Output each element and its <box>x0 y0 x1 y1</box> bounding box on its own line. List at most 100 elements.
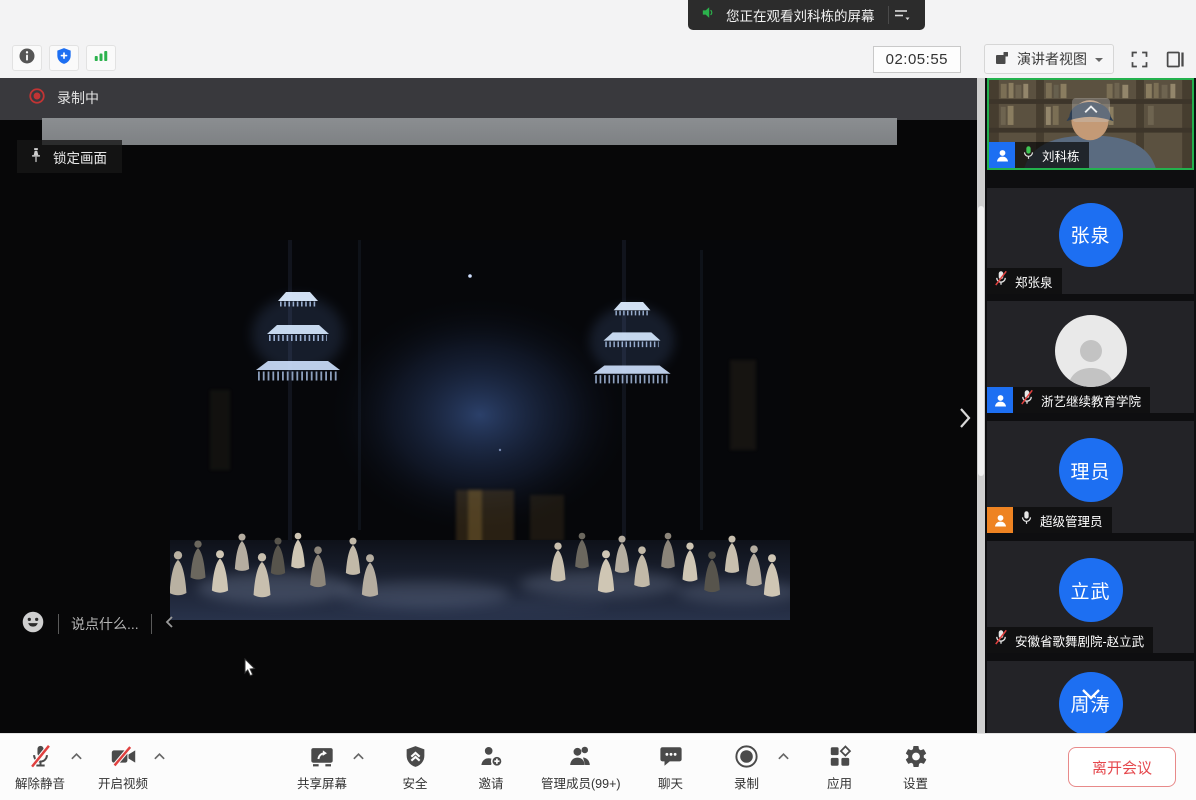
fullscreen-button[interactable] <box>1129 49 1150 70</box>
speaker-icon <box>700 4 717 26</box>
toolbar-center-group: 共享屏幕 安全 邀请 <box>296 742 942 792</box>
bottom-toolbar: 解除静音 开启视频 <box>0 733 1196 800</box>
stage-performance-video <box>170 240 790 620</box>
participant-tile[interactable]: 立武 安徽省歌舞剧院-赵立武 <box>987 541 1194 653</box>
participant-name: 刘科栋 <box>1042 146 1080 165</box>
participant-name: 郑张泉 <box>1015 272 1053 291</box>
toolbar-label: 邀请 <box>478 773 503 792</box>
unmute-button[interactable]: 解除静音 <box>14 742 66 792</box>
divider <box>151 614 152 634</box>
avatar: 立武 <box>1059 558 1123 622</box>
toolbar-label: 应用 <box>827 773 852 792</box>
record-options-chevron-icon[interactable] <box>777 752 790 761</box>
chat-button[interactable]: 聊天 <box>645 742 697 792</box>
participant-name-bar: 刘科栋 <box>989 142 1089 168</box>
toolbar-label: 开启视频 <box>98 773 148 792</box>
view-mode-selector[interactable]: 演讲者视图 <box>984 44 1114 74</box>
chat-icon <box>658 742 684 770</box>
divider <box>58 614 59 634</box>
shared-window-bar <box>42 118 897 145</box>
toolbar-label: 设置 <box>903 773 928 792</box>
mic-muted-icon <box>993 270 1009 292</box>
toolbar-label: 解除静音 <box>15 773 65 792</box>
share-screen-icon <box>308 742 336 770</box>
shared-screen-area: 录制中 锁定画面 <box>0 78 977 733</box>
mic-muted-icon <box>993 629 1009 651</box>
chevron-down-icon <box>1094 51 1104 67</box>
invite-button[interactable]: 邀请 <box>465 742 517 792</box>
participant-tile[interactable]: 周涛 <box>987 661 1194 733</box>
participant-name-bar: 安徽省歌舞剧院-赵立武 <box>987 627 1153 653</box>
member-badge-icon <box>989 142 1015 168</box>
screen-watching-banner[interactable]: 您正在观看刘科栋的屏幕 <box>688 0 925 30</box>
side-panel-toggle-button[interactable] <box>1165 49 1186 70</box>
toolbar-label: 安全 <box>402 773 427 792</box>
shared-screen-top-strip <box>0 78 977 120</box>
record-button[interactable]: 录制 <box>721 742 773 792</box>
collapse-chat-icon[interactable] <box>164 615 174 634</box>
participants-scrollbar[interactable] <box>977 78 985 733</box>
member-badge-icon <box>987 387 1013 413</box>
manage-members-button[interactable]: 管理成员(99+) <box>541 742 621 792</box>
meeting-timer: 02:05:55 <box>873 46 961 73</box>
mic-muted-icon <box>1019 389 1035 411</box>
participant-name: 超级管理员 <box>1040 511 1103 530</box>
next-page-icon[interactable] <box>957 404 973 437</box>
security-button[interactable]: 安全 <box>389 742 441 792</box>
share-screen-button[interactable]: 共享屏幕 <box>296 742 348 792</box>
avatar-silhouette <box>1055 315 1127 387</box>
meeting-info-button[interactable] <box>12 45 42 71</box>
avatar: 理员 <box>1059 438 1123 502</box>
banner-menu-icon[interactable] <box>888 6 915 24</box>
participants-panel: 刘科栋 张泉 郑张泉 <box>985 78 1196 733</box>
participant-tile[interactable]: 张泉 郑张泉 <box>987 188 1194 294</box>
meeting-window: 02:05:55 演讲者视图 您正在观看刘科栋的屏幕 <box>0 0 1196 800</box>
recording-icon <box>28 87 46 108</box>
toolbar-label: 共享屏幕 <box>297 773 347 792</box>
recording-label: 录制中 <box>57 88 99 108</box>
apps-icon <box>827 742 853 770</box>
start-video-button[interactable]: 开启视频 <box>97 742 149 792</box>
emoji-icon[interactable] <box>20 609 46 640</box>
recording-indicator: 录制中 <box>28 87 99 108</box>
main-content: 录制中 锁定画面 <box>0 78 1196 733</box>
chat-input[interactable]: 说点什么... <box>71 614 139 634</box>
settings-icon <box>903 742 929 770</box>
apps-button[interactable]: 应用 <box>814 742 866 792</box>
pin-icon <box>28 147 44 167</box>
network-status-button[interactable] <box>86 45 116 71</box>
video-options-chevron-icon[interactable] <box>153 752 166 761</box>
chevron-down-icon[interactable] <box>1080 687 1102 705</box>
avatar: 张泉 <box>1059 203 1123 267</box>
participant-tile[interactable]: 浙艺继续教育学院 <box>987 301 1194 413</box>
participant-name-bar: 郑张泉 <box>987 268 1062 294</box>
participant-tile[interactable]: 理员 超级管理员 <box>987 421 1194 533</box>
header-right-controls: 02:05:55 演讲者视图 <box>873 44 1186 74</box>
shield-plus-icon <box>54 46 74 71</box>
participant-name-bar: 超级管理员 <box>987 507 1112 533</box>
mouse-cursor <box>243 658 257 683</box>
banner-text: 您正在观看刘科栋的屏幕 <box>726 5 875 25</box>
host-badge-icon <box>987 507 1013 533</box>
mic-on-icon <box>1019 510 1034 531</box>
toolbar-label: 录制 <box>734 773 759 792</box>
chevron-up-icon[interactable] <box>1072 98 1110 122</box>
settings-button[interactable]: 设置 <box>890 742 942 792</box>
leave-meeting-button[interactable]: 离开会议 <box>1068 747 1176 787</box>
view-mode-label: 演讲者视图 <box>1017 49 1087 69</box>
security-level-button[interactable] <box>49 45 79 71</box>
info-icon <box>17 46 37 71</box>
share-options-chevron-icon[interactable] <box>352 752 365 761</box>
participant-name-bar: 浙艺继续教育学院 <box>987 387 1150 413</box>
participant-tile-video[interactable]: 刘科栋 <box>987 78 1194 170</box>
camera-off-icon <box>109 742 138 770</box>
security-shield-icon <box>403 742 428 770</box>
invite-icon <box>478 742 505 770</box>
mic-options-chevron-icon[interactable] <box>70 752 83 761</box>
toolbar-label: 聊天 <box>658 773 683 792</box>
speaker-view-icon <box>994 50 1010 69</box>
pinned-view-badge[interactable]: 锁定画面 <box>17 140 122 173</box>
scrollbar-handle[interactable] <box>978 206 984 476</box>
mic-on-icon <box>1021 145 1036 166</box>
record-icon <box>733 742 760 770</box>
